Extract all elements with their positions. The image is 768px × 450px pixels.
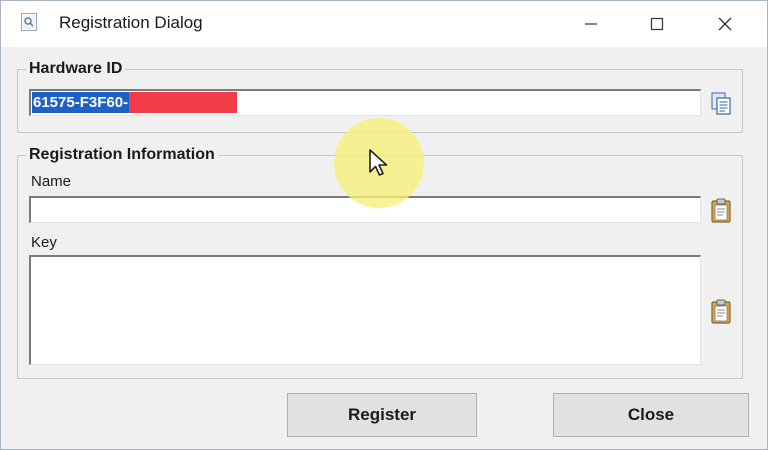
copy-icon — [709, 91, 733, 117]
hardware-id-field[interactable]: 61575-F3F60- — [29, 89, 701, 116]
minimize-button[interactable] — [561, 1, 621, 47]
hardware-id-value: 61575-F3F60- — [32, 92, 130, 113]
registration-info-legend: Registration Information — [26, 146, 218, 164]
close-icon — [717, 16, 733, 32]
name-label: Name — [31, 173, 72, 190]
paste-icon — [709, 198, 733, 224]
maximize-button[interactable] — [627, 1, 687, 47]
hardware-id-legend: Hardware ID — [26, 60, 126, 78]
register-button[interactable]: Register — [287, 393, 477, 437]
copy-hardware-id-button[interactable] — [709, 91, 733, 117]
registration-dialog: Registration Dialog Hardware ID 61575-F3… — [0, 0, 768, 450]
paste-icon — [709, 299, 733, 325]
maximize-icon — [649, 16, 665, 32]
hardware-id-selection: 61575-F3F60- — [32, 92, 238, 113]
app-icon — [21, 13, 37, 31]
mouse-pointer-icon — [368, 148, 390, 183]
window-title: Registration Dialog — [59, 13, 203, 32]
close-window-button[interactable] — [695, 1, 755, 47]
key-label: Key — [31, 234, 57, 251]
paste-name-button[interactable] — [709, 198, 733, 224]
redacted-block — [129, 92, 238, 113]
close-button[interactable]: Close — [553, 393, 749, 437]
title-bar: Registration Dialog — [1, 1, 767, 47]
key-field[interactable] — [29, 255, 701, 365]
minimize-icon — [583, 16, 599, 32]
paste-key-button[interactable] — [709, 299, 733, 325]
